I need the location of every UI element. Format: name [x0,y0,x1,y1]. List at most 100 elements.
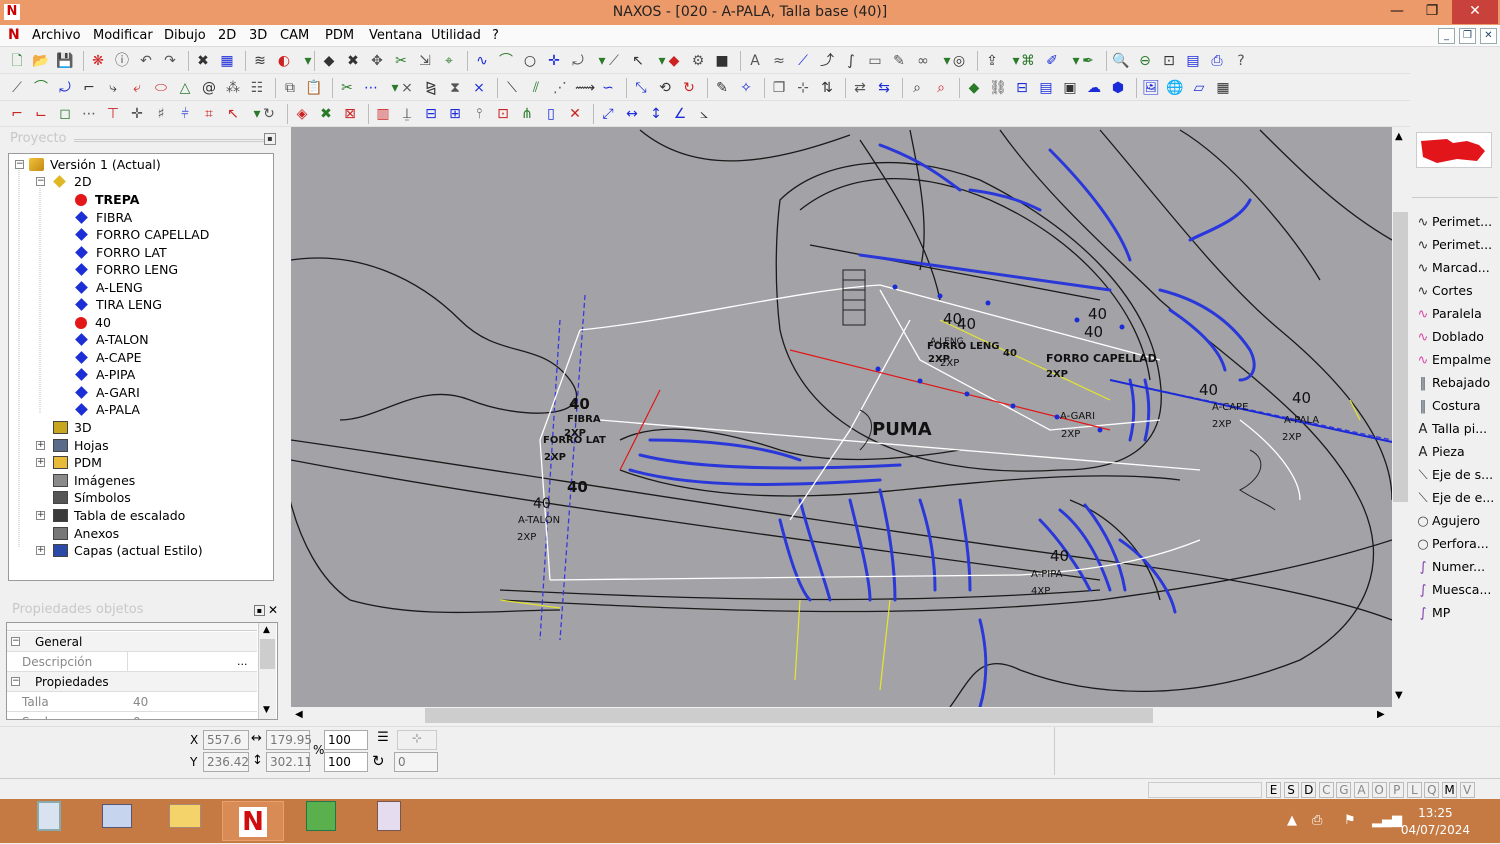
shape-icon[interactable]: ⬢ [1109,79,1127,97]
collapse-general-icon[interactable]: − [11,637,20,646]
collapse-propiedades-icon[interactable]: − [11,677,20,686]
paste-icon[interactable]: 📋 [305,79,323,97]
angle2-icon[interactable]: ⦣ [695,105,713,123]
search-icon[interactable]: ⌕ [908,79,926,97]
wave2-icon[interactable]: ∽ [599,79,617,97]
tree-piece-forro-leng[interactable]: FORRO LENG [75,261,178,278]
menu-help[interactable]: ? [492,28,499,43]
tree-node-2d[interactable]: 2D [53,173,92,190]
naxos-app-icon[interactable]: N [222,801,284,841]
redo-icon[interactable]: ↷ [161,52,179,70]
picture-icon[interactable]: ⊡ [494,105,512,123]
group-propiedades[interactable]: − Propiedades [7,672,257,692]
tool-tallapi-9[interactable]: A Talla pi... [1414,418,1498,440]
scale-x-field[interactable]: 100 [324,730,368,750]
status-toggle-s[interactable]: S [1283,782,1299,798]
tree-node-anexos[interactable]: Anexos [53,525,119,542]
tool-rebajado-7[interactable]: ‖ Rebajado [1414,372,1498,394]
line-icon[interactable]: ⟋ [605,52,623,70]
width-field[interactable]: 179.95 [266,730,312,750]
slash-icon[interactable]: ⟋ [794,52,812,70]
measure-icon[interactable]: ⌗ [200,105,218,123]
help-icon[interactable]: ? [1232,52,1250,70]
scale-y-field[interactable]: 100 [324,752,368,772]
hash-icon[interactable]: ♯ [152,105,170,123]
dimension-icon[interactable]: ⇲ [416,52,434,70]
dim-icon[interactable]: ⋔ [518,105,536,123]
ellipse-icon[interactable]: ⬭ [152,79,170,97]
blocks-icon[interactable]: ▦ [1214,79,1232,97]
db-icon[interactable]: ▥ [374,105,392,123]
loop-icon[interactable]: ∞ [914,52,932,70]
flip-icon[interactable]: ⧗ [446,79,464,97]
scroll-up-icon[interactable]: ▲ [263,625,270,635]
square-icon[interactable]: ■ [713,52,731,70]
menu-3d[interactable]: 3D [249,28,267,43]
pin-icon[interactable]: ⌖ [440,52,458,70]
target-icon[interactable]: ◎ [950,52,968,70]
cut-icon[interactable]: ✂ [392,52,410,70]
project-tree[interactable]: − Versión 1 (Actual) − 2D TREPA FIBRA FORR… [8,153,274,581]
circle-icon[interactable]: ○ [521,52,539,70]
markers-icon[interactable]: ◈ [293,105,311,123]
undo-icon[interactable]: ↶ [137,52,155,70]
rect-icon[interactable]: ▭ [866,52,884,70]
status-toggle-c[interactable]: C [1318,782,1334,798]
horizontal-scroll-thumb[interactable] [425,708,1153,723]
tool-agujero-13[interactable]: ○ Agujero [1414,510,1498,532]
link-icon[interactable]: ⛓ [989,79,1007,97]
triangle-icon[interactable]: △ [176,79,194,97]
piece-preview[interactable] [1416,132,1492,168]
refresh-icon[interactable]: ↻ [680,79,698,97]
tool-muesca-16[interactable]: ∫ Muesca... [1414,579,1498,601]
rotate-icon[interactable]: ↻ [372,752,385,770]
status-toggle-m[interactable]: M [1442,782,1457,798]
arc-icon[interactable]: ⌒ [497,52,515,70]
scroll-right-icon[interactable]: ▶ [1377,709,1385,720]
menu-pdm[interactable]: PDM [325,28,354,43]
trim-icon[interactable]: ⨯ [398,79,416,97]
curve3-icon[interactable]: ∫ [842,52,860,70]
brush-icon[interactable]: ✐ [1043,52,1061,70]
collapse-2d-icon[interactable]: − [36,177,45,186]
y-coord-field[interactable]: 236.42 [203,752,249,772]
tree-piece-trepa[interactable]: TREPA [75,191,139,208]
prop-talla[interactable]: Talla 40 [7,692,257,712]
duplicate-icon[interactable]: ❐ [770,79,788,97]
h-dim-icon[interactable]: ↔ [623,105,641,123]
curve-icon[interactable]: ∿ [473,52,491,70]
status-toggle-a[interactable]: A [1354,782,1369,798]
swap2-icon[interactable]: ⇆ [875,79,893,97]
chamfer-icon[interactable]: ⤶ [128,79,146,97]
arc-tool-icon[interactable]: ⌒ [32,79,50,97]
prop-descripcion[interactable]: Descripción ... [7,652,257,672]
menu-archivo[interactable]: Archivo [32,28,81,43]
tool-ejedee-12[interactable]: ⟍ Eje de e... [1414,487,1498,509]
tree-piece-a-leng[interactable]: A-LENG [75,279,143,296]
printer-icon[interactable]: ⎙ [1312,813,1322,828]
tree-node-pdm[interactable]: PDM [53,454,102,471]
new-file-icon[interactable]: 🗋 [8,52,26,70]
descripcion-field[interactable] [127,652,255,671]
tool-perfora-14[interactable]: ○ Perfora... [1414,533,1498,555]
expand-sheets-icon[interactable]: + [36,440,45,450]
move-icon[interactable]: ✥ [368,52,386,70]
level-icon[interactable]: ⊟ [1013,79,1031,97]
tool-empalme-6[interactable]: ∿ Empalme [1414,349,1498,371]
save-icon[interactable]: 💾 [56,52,74,70]
delete-icon[interactable]: ✖ [194,52,212,70]
tool-perimet-0[interactable]: ∿ Perimet... [1414,211,1498,233]
tool-mp-17[interactable]: ∫ MP [1414,602,1498,624]
group-general[interactable]: − General [7,632,257,652]
tool-perimet-1[interactable]: ∿ Perimet... [1414,234,1498,256]
folder-icon[interactable] [154,801,216,841]
search2-icon[interactable]: ⌕ [932,79,950,97]
scroll-thumb[interactable] [260,639,275,669]
arc2-icon[interactable]: ⤾ [569,52,587,70]
fillet-icon[interactable]: ⤷ [104,79,122,97]
layers-icon[interactable]: ≋ [251,52,269,70]
expand-layers-icon[interactable]: + [36,546,45,556]
cross-icon[interactable]: ⨯ [470,79,488,97]
flag-icon[interactable]: ⚑ [1344,813,1356,828]
properties-icon[interactable]: ▦ [218,52,236,70]
